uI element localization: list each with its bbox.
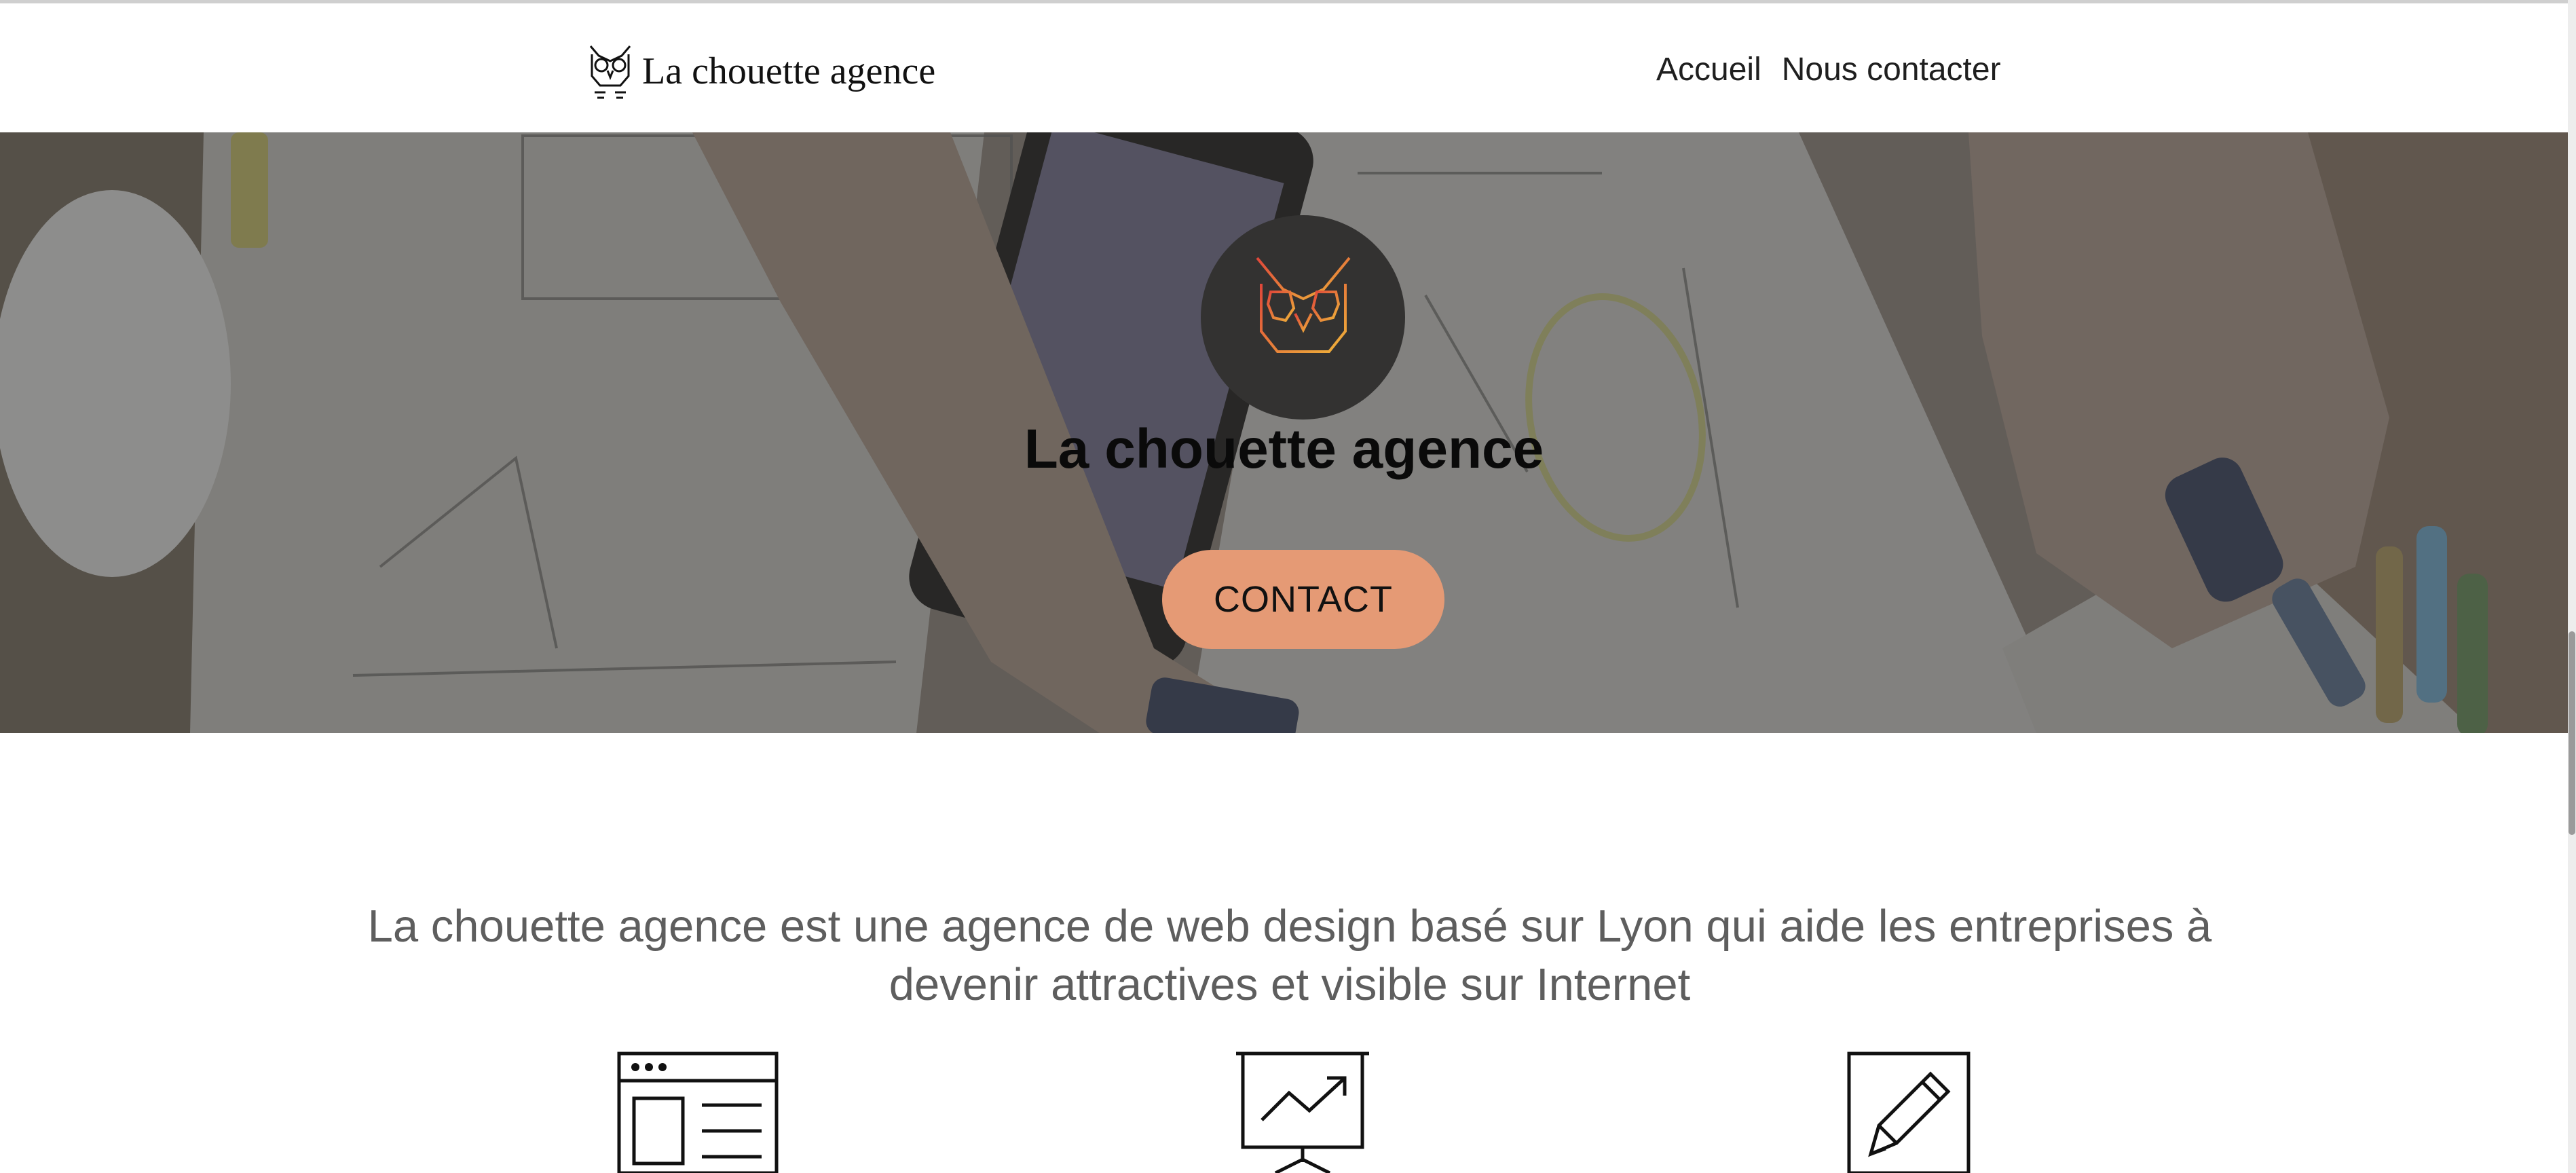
site-logo[interactable]: La chouette agence (585, 37, 938, 105)
hero-banner: La chouette agence CONTACT (0, 132, 2568, 733)
web-layout-icon (616, 1045, 779, 1173)
agency-intro-text: La chouette agence est une agence de web… (367, 901, 2212, 1010)
page-scrollbar[interactable] (2568, 0, 2576, 1173)
main-nav: Accueil Nous contacter (1656, 45, 2001, 93)
site-header: La chouette agence Accueil Nous contacte… (0, 3, 2568, 132)
nav-link-contact[interactable]: Nous contacter (1782, 51, 2001, 88)
pencil-icon (1846, 1045, 1971, 1173)
presentation-chart-icon (1235, 1045, 1370, 1173)
hero-title: La chouette agence (1024, 418, 1544, 480)
owl-logo-icon (589, 45, 631, 99)
scrollbar-thumb[interactable] (2569, 631, 2575, 835)
hero-owl-emblem (1201, 215, 1405, 420)
contact-button[interactable]: CONTACT (1162, 550, 1444, 649)
logo-text: La chouette agence (642, 50, 936, 92)
services-section (0, 1045, 2568, 1173)
nav-link-accueil[interactable]: Accueil (1656, 51, 1761, 88)
owl-icon (1255, 257, 1351, 371)
